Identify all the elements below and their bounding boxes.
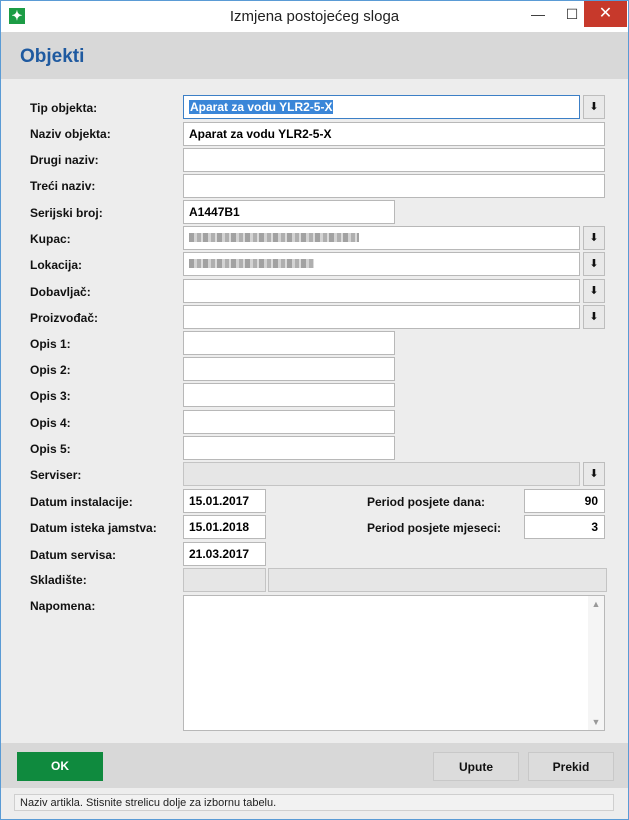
opis5-input[interactable] bbox=[183, 436, 395, 460]
upute-button[interactable]: Upute bbox=[433, 752, 519, 781]
treci-naziv-label: Treći naziv: bbox=[30, 179, 96, 193]
opis2-label: Opis 2: bbox=[30, 363, 71, 377]
treci-naziv-input[interactable] bbox=[183, 174, 605, 198]
serviser-input[interactable] bbox=[183, 462, 580, 486]
opis5-label: Opis 5: bbox=[30, 442, 71, 456]
period-dana-label: Period posjete dana: bbox=[367, 495, 486, 509]
maximize-button[interactable]: ☐ bbox=[557, 1, 587, 27]
datum-servisa-input[interactable]: 21.03.2017 bbox=[183, 542, 266, 566]
opis2-input[interactable] bbox=[183, 357, 395, 381]
opis1-label: Opis 1: bbox=[30, 337, 71, 351]
proizvodac-input[interactable] bbox=[183, 305, 580, 329]
kupac-label: Kupac: bbox=[30, 232, 71, 246]
lokacija-dropdown-icon[interactable]: ⬇ bbox=[583, 252, 605, 276]
serviser-dropdown-icon[interactable]: ⬇ bbox=[583, 462, 605, 486]
dialog-window: ✦ Izmjena postojećeg sloga — ☐ ✕ Objekti… bbox=[0, 0, 629, 820]
tip-objekta-value: Aparat za vodu YLR2-5-X bbox=[189, 100, 334, 114]
opis1-input[interactable] bbox=[183, 331, 395, 355]
naziv-objekta-input[interactable]: Aparat za vodu YLR2-5-X bbox=[183, 122, 605, 146]
ok-button[interactable]: OK bbox=[17, 752, 103, 781]
serviser-label: Serviser: bbox=[30, 468, 82, 482]
period-mjeseci-label: Period posjete mjeseci: bbox=[367, 521, 502, 535]
naziv-objekta-label: Naziv objekta: bbox=[30, 127, 111, 141]
datum-isteka-input[interactable]: 15.01.2018 bbox=[183, 515, 266, 539]
lokacija-redacted-value bbox=[189, 259, 314, 268]
tip-objekta-label: Tip objekta: bbox=[30, 101, 98, 115]
serijski-broj-input[interactable]: A1447B1 bbox=[183, 200, 395, 224]
lokacija-input[interactable] bbox=[183, 252, 580, 276]
datum-isteka-label: Datum isteka jamstva: bbox=[30, 521, 157, 535]
header-band: Objekti bbox=[1, 32, 628, 79]
napomena-scrollbar[interactable]: ▲ ▼ bbox=[588, 596, 604, 730]
skladiste-code-input[interactable] bbox=[183, 568, 266, 592]
proizvodac-dropdown-icon[interactable]: ⬇ bbox=[583, 305, 605, 329]
drugi-naziv-label: Drugi naziv: bbox=[30, 153, 99, 167]
period-dana-input[interactable]: 90 bbox=[524, 489, 605, 513]
proizvodac-label: Proizvođač: bbox=[30, 311, 99, 325]
skladiste-label: Skladište: bbox=[30, 573, 87, 587]
datum-instalacije-label: Datum instalacije: bbox=[30, 495, 133, 509]
datum-instalacije-input[interactable]: 15.01.2017 bbox=[183, 489, 266, 513]
opis4-label: Opis 4: bbox=[30, 416, 71, 430]
lokacija-label: Lokacija: bbox=[30, 258, 83, 272]
dobavljac-label: Dobavljač: bbox=[30, 285, 91, 299]
status-bar: Naziv artikla. Stisnite strelicu dolje z… bbox=[14, 794, 614, 811]
minimize-button[interactable]: — bbox=[523, 1, 553, 27]
title-bar[interactable]: ✦ Izmjena postojećeg sloga — ☐ ✕ bbox=[1, 1, 628, 32]
dobavljac-dropdown-icon[interactable]: ⬇ bbox=[583, 279, 605, 303]
skladiste-name-input[interactable] bbox=[268, 568, 607, 592]
drugi-naziv-input[interactable] bbox=[183, 148, 605, 172]
kupac-input[interactable] bbox=[183, 226, 580, 250]
opis3-input[interactable] bbox=[183, 383, 395, 407]
tip-objekta-input[interactable]: Aparat za vodu YLR2-5-X bbox=[183, 95, 580, 119]
dialog-content: Objekti Tip objekta: Aparat za vodu YLR2… bbox=[1, 32, 628, 819]
scroll-down-icon[interactable]: ▼ bbox=[588, 714, 604, 730]
serijski-broj-label: Serijski broj: bbox=[30, 206, 103, 220]
period-mjeseci-input[interactable]: 3 bbox=[524, 515, 605, 539]
datum-servisa-label: Datum servisa: bbox=[30, 548, 117, 562]
dobavljac-input[interactable] bbox=[183, 279, 580, 303]
napomena-textarea[interactable]: ▲ ▼ bbox=[183, 595, 605, 731]
kupac-redacted-value bbox=[189, 233, 359, 242]
scroll-up-icon[interactable]: ▲ bbox=[588, 596, 604, 612]
opis3-label: Opis 3: bbox=[30, 389, 71, 403]
button-bar: OK Upute Prekid bbox=[1, 743, 628, 788]
close-button[interactable]: ✕ bbox=[584, 1, 627, 27]
tip-objekta-dropdown-icon[interactable]: ⬇ bbox=[583, 95, 605, 119]
opis4-input[interactable] bbox=[183, 410, 395, 434]
page-title: Objekti bbox=[20, 46, 85, 67]
napomena-label: Napomena: bbox=[30, 599, 96, 613]
kupac-dropdown-icon[interactable]: ⬇ bbox=[583, 226, 605, 250]
prekid-button[interactable]: Prekid bbox=[528, 752, 614, 781]
